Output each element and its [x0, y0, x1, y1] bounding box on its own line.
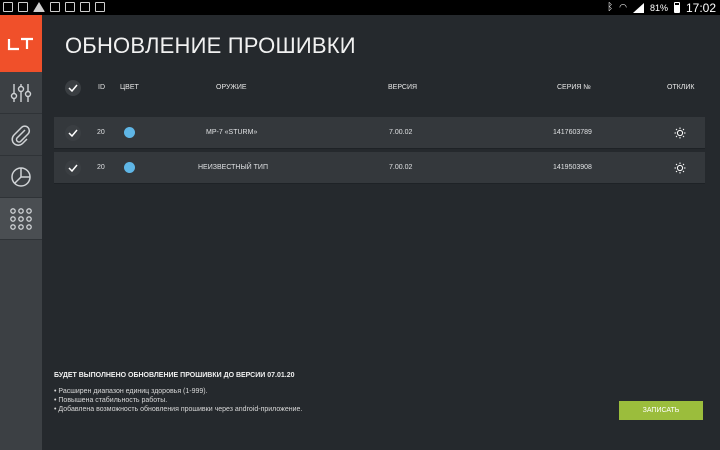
grid-icon [10, 207, 32, 230]
book-icon [3, 2, 13, 12]
column-serial: СЕРИЯ № [557, 84, 591, 91]
row-checkbox[interactable] [65, 160, 81, 176]
column-id: ID [98, 84, 105, 91]
sliders-icon [10, 83, 32, 102]
page-title: ОБНОВЛЕНИЕ ПРОШИВКИ [65, 33, 356, 58]
sidebar-item-attachments[interactable] [0, 114, 42, 156]
column-version: ВЕРСИЯ [388, 84, 418, 91]
row-checkbox[interactable] [65, 125, 81, 141]
sun-icon[interactable] [674, 127, 686, 139]
sidebar-item-settings[interactable] [0, 72, 42, 114]
write-button[interactable]: ЗАПИСАТЬ [619, 401, 703, 420]
row-weapon: MP-7 «STURM» [206, 129, 258, 136]
paperclip-icon [11, 124, 31, 146]
bluetooth-icon: ᛒ [607, 2, 614, 13]
column-response: ОТКЛИК [667, 84, 695, 91]
table-row[interactable]: 20 MP-7 «STURM» 7.00.02 1417603789 [54, 117, 705, 149]
check-icon [68, 129, 78, 137]
pie-chart-icon [11, 166, 31, 187]
signal-icon [632, 2, 644, 13]
column-color: ЦВЕТ [120, 84, 139, 91]
sidebar-item-apps[interactable] [0, 198, 42, 240]
update-info: БУДЕТ ВЫПОЛНЕНО ОБНОВЛЕНИЕ ПРОШИВКИ ДО В… [54, 372, 554, 414]
row-version: 7.00.02 [389, 129, 413, 136]
clock: 17:02 [685, 0, 716, 15]
row-id: 20 [97, 164, 105, 171]
checkbox-icon [65, 2, 75, 12]
select-all-checkbox[interactable] [65, 80, 81, 96]
lt-logo-icon [7, 37, 33, 50]
status-bar: ᛒ ◠ 81% 17:02 [0, 0, 720, 15]
check-icon [68, 164, 78, 172]
battery-icon [673, 2, 680, 13]
briefcase-icon [80, 2, 90, 12]
update-info-title: БУДЕТ ВЫПОЛНЕНО ОБНОВЛЕНИЕ ПРОШИВКИ ДО В… [54, 372, 295, 379]
warning-icon [33, 2, 45, 12]
update-info-item: • Расширен диапазон единиц здоровья (1-9… [54, 388, 208, 395]
image-icon [18, 2, 28, 12]
check-icon [68, 84, 78, 92]
sun-icon[interactable] [674, 162, 686, 174]
notification-icons [3, 2, 105, 12]
row-weapon: НЕИЗВЕСТНЫЙ ТИП [198, 164, 268, 171]
sidebar-item-statistics[interactable] [0, 156, 42, 198]
row-serial: 1419503908 [553, 164, 592, 171]
square-x-icon [50, 2, 60, 12]
system-indicators: ᛒ ◠ 81% 17:02 [607, 0, 716, 15]
row-color-dot [124, 127, 135, 138]
main-content: ОБНОВЛЕНИЕ ПРОШИВКИ ID ЦВЕТ ОРУЖИЕ ВЕРСИ… [42, 15, 720, 450]
wifi-icon: ◠ [619, 2, 627, 12]
checkbox-icon-2 [95, 2, 105, 12]
row-version: 7.00.02 [389, 164, 413, 171]
row-serial: 1417603789 [553, 129, 592, 136]
update-info-item: • Добавлена возможность обновления проши… [54, 406, 303, 413]
table-header: ID ЦВЕТ ОРУЖИЕ ВЕРСИЯ СЕРИЯ № ОТКЛИК [54, 75, 705, 101]
battery-percent: 81% [649, 2, 668, 13]
row-color-dot [124, 162, 135, 173]
table-row[interactable]: 20 НЕИЗВЕСТНЫЙ ТИП 7.00.02 1419503908 [54, 152, 705, 184]
app-logo[interactable] [0, 15, 42, 72]
column-weapon: ОРУЖИЕ [216, 84, 247, 91]
row-id: 20 [97, 129, 105, 136]
update-info-item: • Повышена стабильность работы. [54, 397, 168, 404]
